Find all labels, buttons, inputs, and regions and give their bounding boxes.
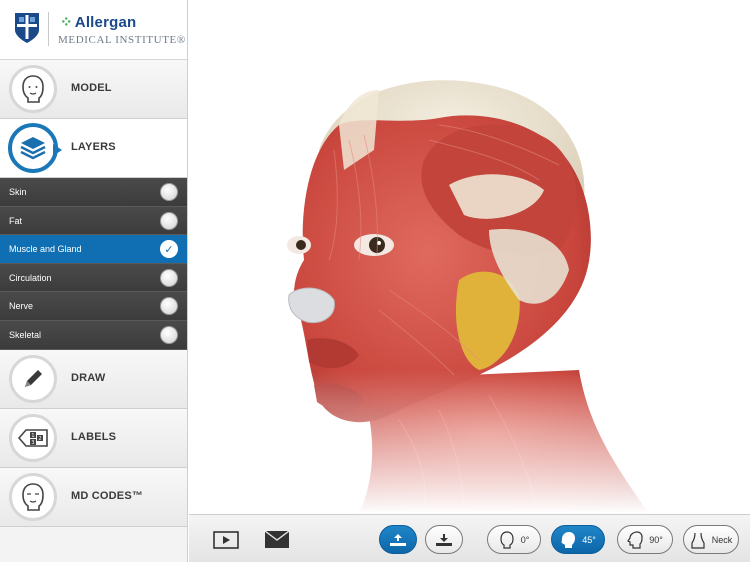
view-0-label: 0°: [520, 534, 530, 545]
svg-text:2: 2: [38, 436, 41, 442]
layer-down-button[interactable]: [425, 525, 463, 554]
layer-fat-toggle[interactable]: [160, 211, 178, 230]
view-neck-button[interactable]: Neck: [683, 525, 739, 554]
brand-name: Allergan: [74, 14, 137, 31]
nav-draw-label: DRAW: [71, 371, 106, 384]
layer-up-icon: [390, 533, 406, 546]
head-front-icon: [500, 530, 514, 549]
nav-model[interactable]: MODEL: [0, 60, 187, 119]
head-45-icon: [561, 531, 576, 548]
nav-model-label: MODEL: [71, 82, 112, 94]
layer-list: Skin Fat Muscle and Gland ✓ Circulation …: [0, 178, 187, 350]
layer-circulation-label: Circulation: [9, 272, 52, 283]
envelope-icon[interactable]: [265, 531, 289, 548]
layer-nerve[interactable]: Nerve: [0, 292, 187, 321]
layer-skin-toggle[interactable]: [160, 183, 178, 201]
brand-subtitle: MEDICAL INSTITUTE®: [58, 34, 186, 46]
pencil-icon: [25, 369, 42, 387]
neck-icon: [691, 532, 705, 549]
view-45-label: 45°: [582, 534, 596, 545]
nav-labels-label: LABELS: [71, 430, 117, 443]
brand-divider: [48, 12, 49, 46]
app-root: ⁘ Allergan MEDICAL INSTITUTE® MODEL LAYE…: [0, 0, 750, 562]
svg-text:3: 3: [31, 440, 34, 446]
layer-muscle-gland-toggle[interactable]: ✓: [160, 240, 178, 259]
active-pointer: [53, 144, 62, 156]
layer-skeletal-label: Skeletal: [9, 329, 42, 340]
numbered-labels-icon: 1 2 3: [17, 428, 48, 447]
nav-md-codes-label: MD CODES™: [71, 489, 144, 502]
layer-skeletal-toggle[interactable]: [160, 325, 178, 344]
view-neck-label: Neck: [711, 534, 733, 545]
layer-skeletal[interactable]: Skeletal: [0, 320, 187, 350]
layer-skin-label: Skin: [9, 187, 27, 197]
layer-nerve-toggle[interactable]: [160, 297, 178, 316]
face-outline-icon: [22, 482, 44, 511]
anatomy-head-model: [189, 0, 750, 514]
view-90-button[interactable]: 90°: [617, 525, 673, 554]
brand-header: ⁘ Allergan MEDICAL INSTITUTE®: [0, 0, 187, 60]
head-outline-icon: [22, 75, 44, 103]
layer-circulation[interactable]: Circulation: [0, 263, 187, 293]
play-icon[interactable]: [213, 531, 239, 549]
nav-layers-label: LAYERS: [71, 141, 116, 153]
layer-muscle-gland[interactable]: Muscle and Gland ✓: [0, 235, 187, 264]
logo-dots-icon: ⁘: [60, 14, 73, 31]
layer-nerve-label: Nerve: [9, 301, 34, 312]
shield-logo-icon: [15, 13, 39, 43]
layer-circulation-toggle[interactable]: [160, 268, 178, 287]
model-viewer[interactable]: [189, 0, 750, 514]
head-profile-icon: [627, 530, 643, 549]
check-icon: ✓: [164, 242, 174, 256]
layer-down-icon: [436, 533, 452, 546]
allergan-logo: ⁘ Allergan: [60, 13, 136, 31]
bottom-toolbar: 0° 45° 90° Neck: [189, 514, 750, 562]
layer-skin[interactable]: Skin: [0, 178, 187, 207]
layers-stack-icon: [20, 137, 46, 160]
svg-text:1: 1: [31, 433, 34, 439]
layer-up-button[interactable]: [379, 525, 417, 554]
nav-draw[interactable]: DRAW: [0, 349, 187, 409]
view-45-button[interactable]: 45°: [551, 525, 605, 554]
layer-fat-label: Fat: [9, 215, 23, 226]
nav-layers[interactable]: LAYERS: [0, 119, 187, 178]
view-0-button[interactable]: 0°: [487, 525, 541, 554]
layer-fat[interactable]: Fat: [0, 206, 187, 236]
sidebar: ⁘ Allergan MEDICAL INSTITUTE® MODEL LAYE…: [0, 0, 188, 562]
view-90-label: 90°: [649, 534, 663, 545]
nav-md-codes[interactable]: MD CODES™: [0, 467, 187, 527]
nav-labels[interactable]: 1 2 3 LABELS: [0, 408, 187, 468]
layer-muscle-gland-label: Muscle and Gland: [9, 244, 82, 255]
